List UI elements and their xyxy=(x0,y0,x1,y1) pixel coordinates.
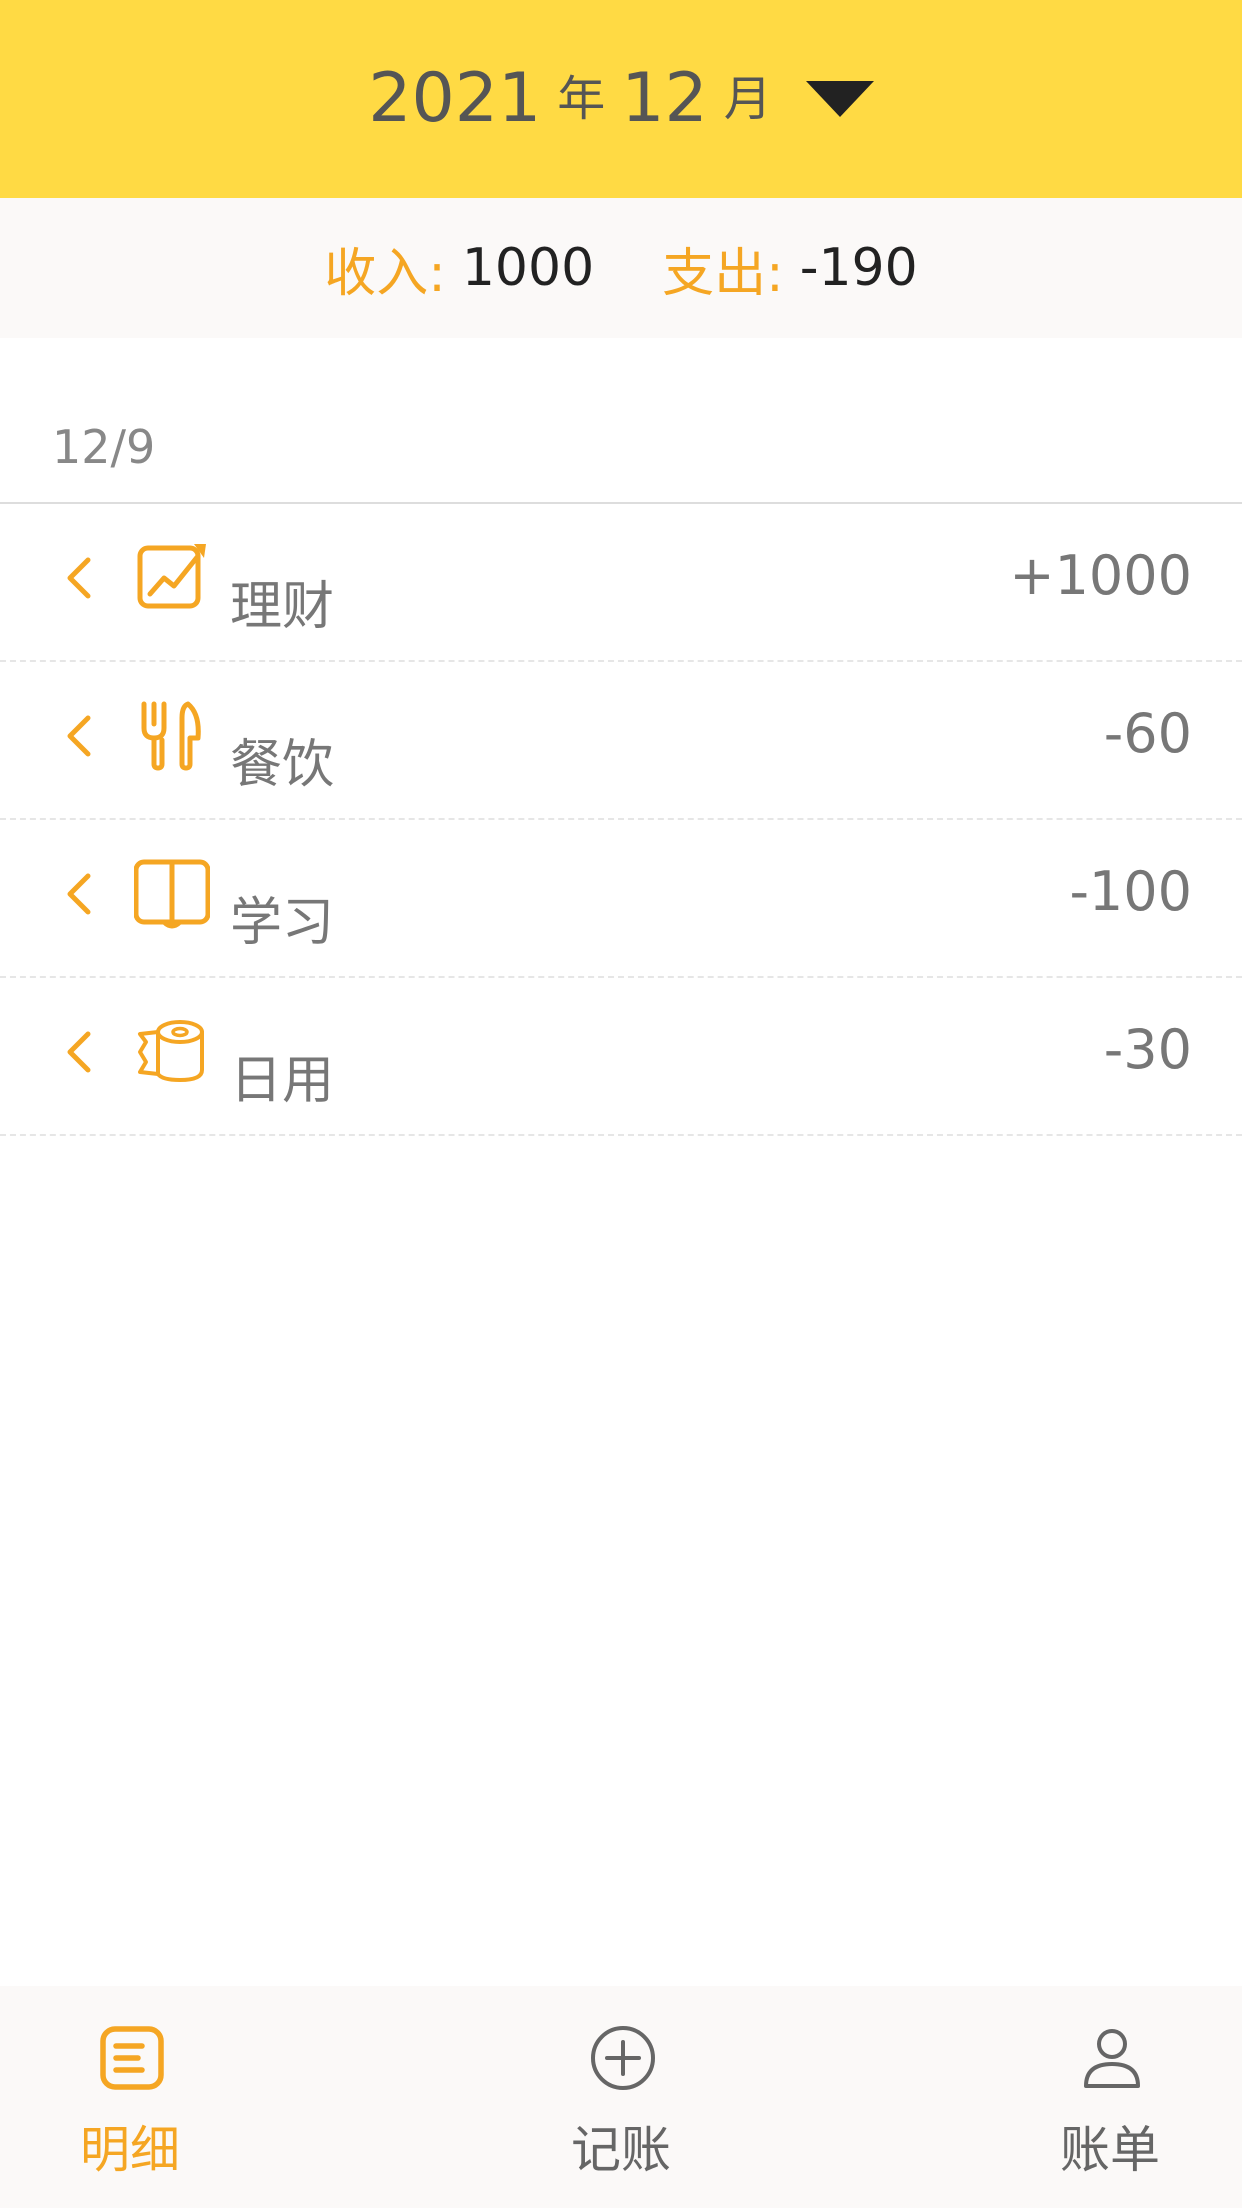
header-bar: 2021 年 12 月 xyxy=(0,0,1242,198)
user-icon xyxy=(1084,2029,1140,2088)
record-label: 理财 xyxy=(230,577,335,637)
record-row[interactable]: 日用 -30 xyxy=(0,978,1242,1136)
date-group-label: 12/9 xyxy=(52,420,156,474)
record-amount: -60 xyxy=(1103,702,1192,765)
year-unit: 年 xyxy=(557,71,606,127)
month-text: 12 xyxy=(621,59,708,138)
fork-knife-icon xyxy=(141,701,201,771)
year-text: 2021 xyxy=(368,59,542,138)
nav-label: 明细 xyxy=(80,2121,180,2179)
list-icon xyxy=(100,2026,164,2090)
record-amount: +1000 xyxy=(1009,544,1192,607)
summary-bar: 收入: 1000 支出: -190 xyxy=(0,198,1242,338)
book-icon xyxy=(134,859,210,929)
nav-label: 账单 xyxy=(1060,2121,1160,2179)
nav-item-bills[interactable]: 账单 xyxy=(1000,1986,1220,2208)
record-row[interactable]: 学习 -100 xyxy=(0,820,1242,978)
record-label: 日用 xyxy=(230,1051,335,1111)
chevron-left-icon[interactable] xyxy=(60,554,100,602)
caret-down-icon[interactable] xyxy=(805,81,874,117)
nav-label: 记账 xyxy=(571,2121,671,2179)
chevron-left-icon[interactable] xyxy=(60,712,100,760)
month-picker[interactable]: 2021 年 12 月 xyxy=(0,0,1242,198)
date-group-header: 12/9 xyxy=(0,420,1242,504)
record-label: 餐饮 xyxy=(230,735,335,795)
chevron-left-icon[interactable] xyxy=(60,870,100,918)
expense-label: 支出: xyxy=(662,243,784,304)
income-value: 1000 xyxy=(461,238,595,298)
record-label: 学习 xyxy=(230,893,335,953)
chart-trend-icon xyxy=(137,544,206,609)
income-label: 收入: xyxy=(324,243,446,304)
expense-value: -190 xyxy=(799,238,918,298)
nav-item-details[interactable]: 明细 xyxy=(20,1986,240,2208)
record-amount: -30 xyxy=(1103,1018,1192,1081)
add-circle-icon xyxy=(591,2026,655,2090)
chevron-left-icon[interactable] xyxy=(60,1028,100,1076)
record-row[interactable]: 理财 +1000 xyxy=(0,504,1242,662)
record-amount: -100 xyxy=(1069,860,1192,923)
nav-item-add-record[interactable]: 记账 xyxy=(511,1986,731,2208)
toilet-paper-icon xyxy=(138,1020,204,1083)
record-row[interactable]: 餐饮 -60 xyxy=(0,662,1242,820)
month-unit: 月 xyxy=(723,71,772,127)
bottom-nav: 明细 记账 账单 xyxy=(0,1986,1242,2208)
